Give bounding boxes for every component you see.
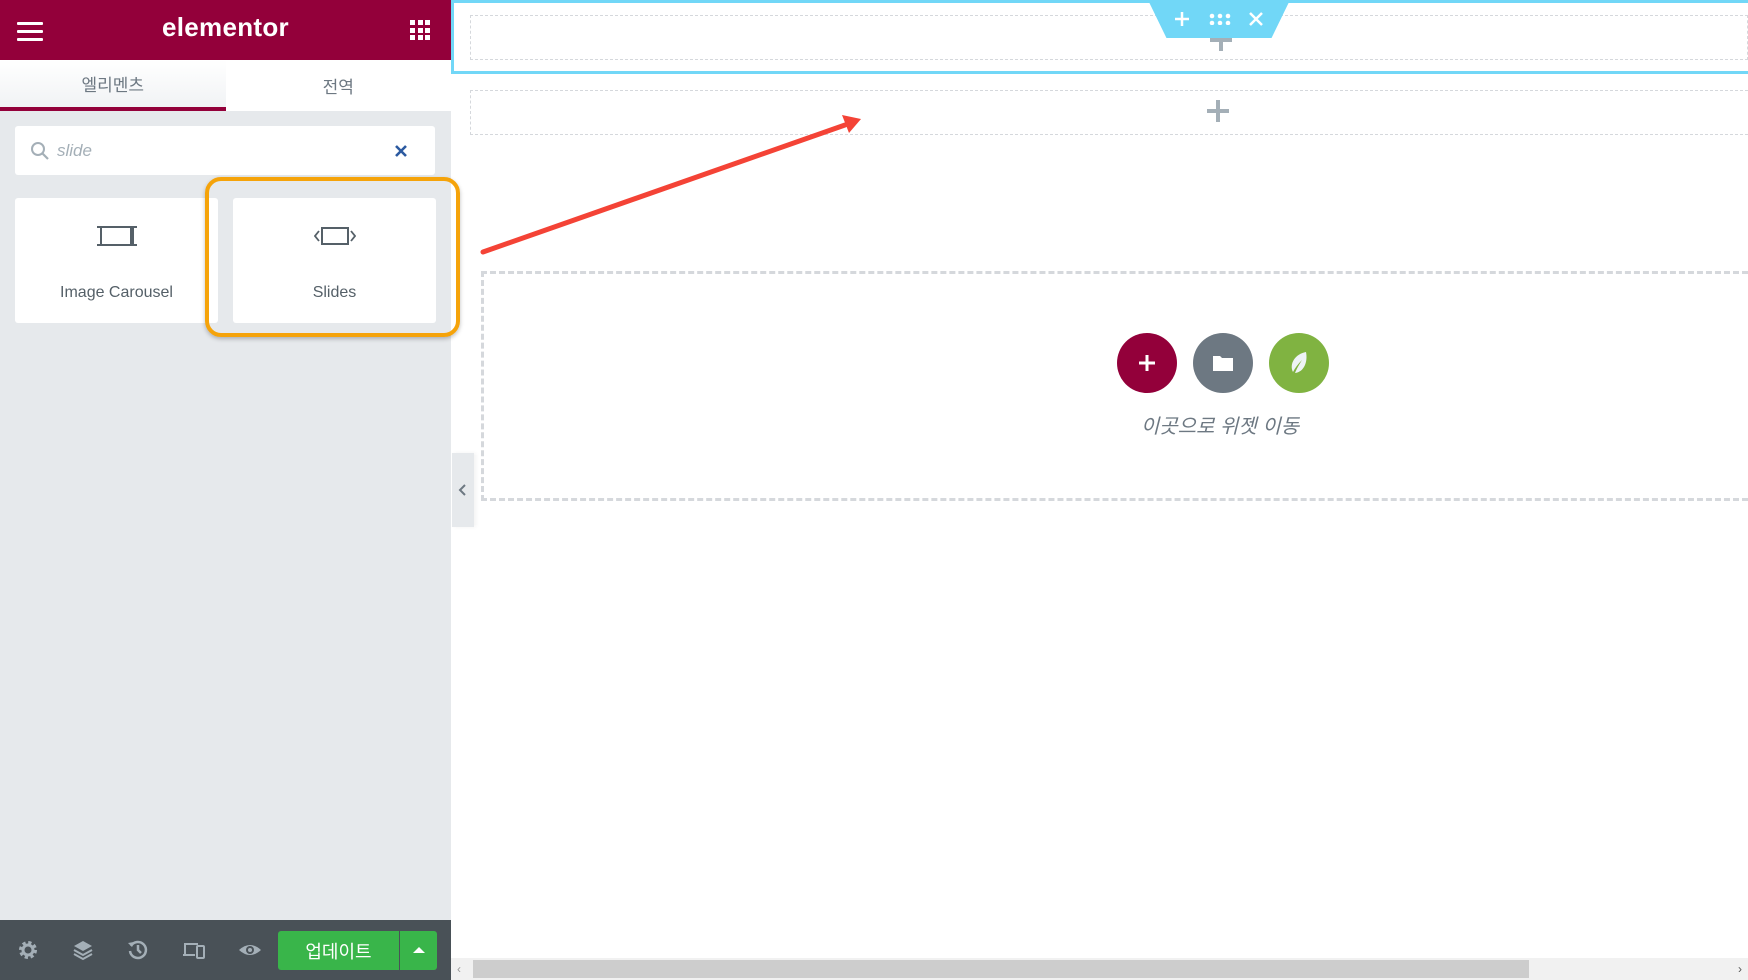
leaf-icon [1291,352,1307,373]
horizontal-scrollbar[interactable]: ‹ › [451,958,1748,980]
add-template-button[interactable] [1193,333,1253,393]
scroll-right-icon[interactable]: › [1738,962,1742,976]
add-new-section-button[interactable] [1117,333,1177,393]
scrollbar-thumb[interactable] [473,960,1529,978]
drop-zone[interactable] [481,271,1748,501]
drop-zone-text: 이곳으로 위젯 이동 [1140,416,1300,438]
plus-icon [1139,355,1155,371]
scroll-left-icon[interactable]: ‹ [457,962,461,976]
kit-library-button[interactable] [1269,333,1329,393]
folder-icon [1213,356,1233,371]
